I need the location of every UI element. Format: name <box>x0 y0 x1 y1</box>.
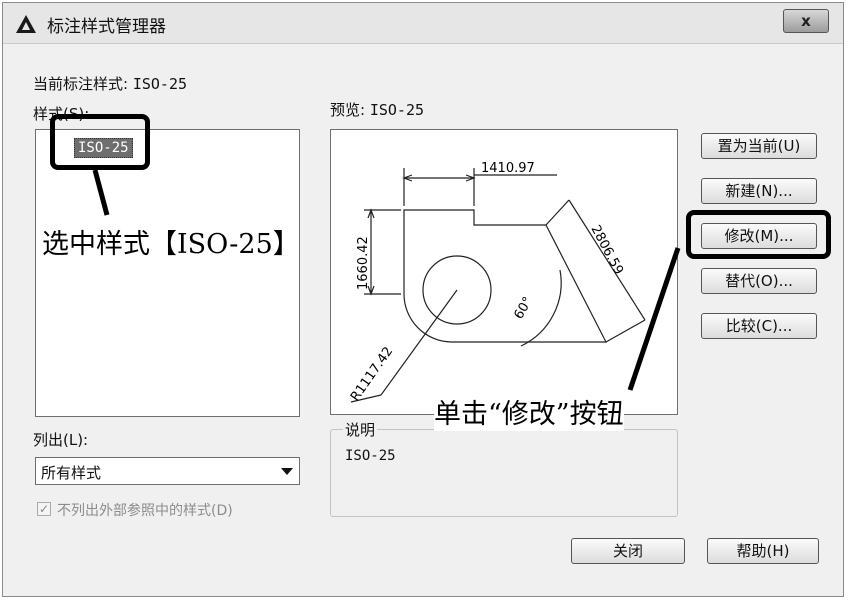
callout-lines <box>92 169 681 391</box>
modify-button-callout-box <box>686 210 831 259</box>
click-modify-annotation: 单击“修改”按钮 <box>434 392 624 431</box>
select-style-annotation: 选中样式【ISO-25】 <box>42 229 300 260</box>
